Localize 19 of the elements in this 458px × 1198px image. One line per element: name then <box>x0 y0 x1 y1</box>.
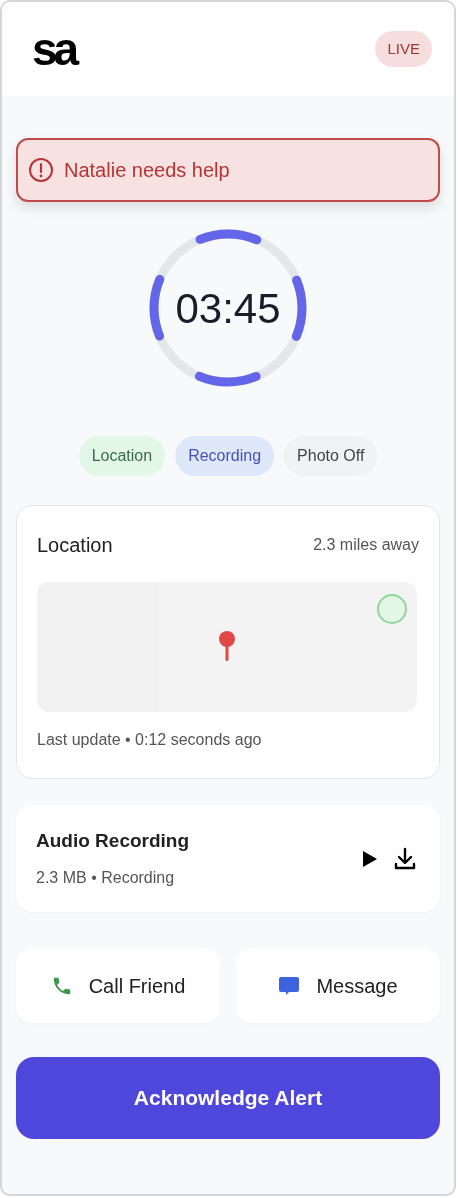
card-title: Audio Recording <box>36 829 190 854</box>
call-button[interactable]: Call Friend <box>16 948 220 1023</box>
live-badge: LIVE <box>375 30 432 68</box>
acknowledge-button[interactable]: Acknowledge Alert <box>16 1057 440 1139</box>
status-pill: Recording <box>175 436 275 476</box>
download-icon[interactable] <box>394 846 416 871</box>
message-button[interactable]: Message <box>236 948 440 1023</box>
play-icon[interactable] <box>362 849 378 868</box>
status-pill: Location <box>78 436 166 476</box>
timer-text: 03:45 <box>175 283 281 334</box>
alert-message: Natalie needs help <box>64 158 230 183</box>
card-title: Location <box>37 533 113 558</box>
distance-text: 2.3 miles away <box>313 535 419 555</box>
last-update-text: Last update • 0:12 seconds ago <box>37 730 263 750</box>
recording-meta: 2.3 MB • Recording <box>36 867 176 888</box>
alert-icon <box>28 157 54 183</box>
message-icon <box>278 974 301 997</box>
status-pill: Photo Off <box>284 436 378 476</box>
app-logo: sa <box>32 26 76 72</box>
